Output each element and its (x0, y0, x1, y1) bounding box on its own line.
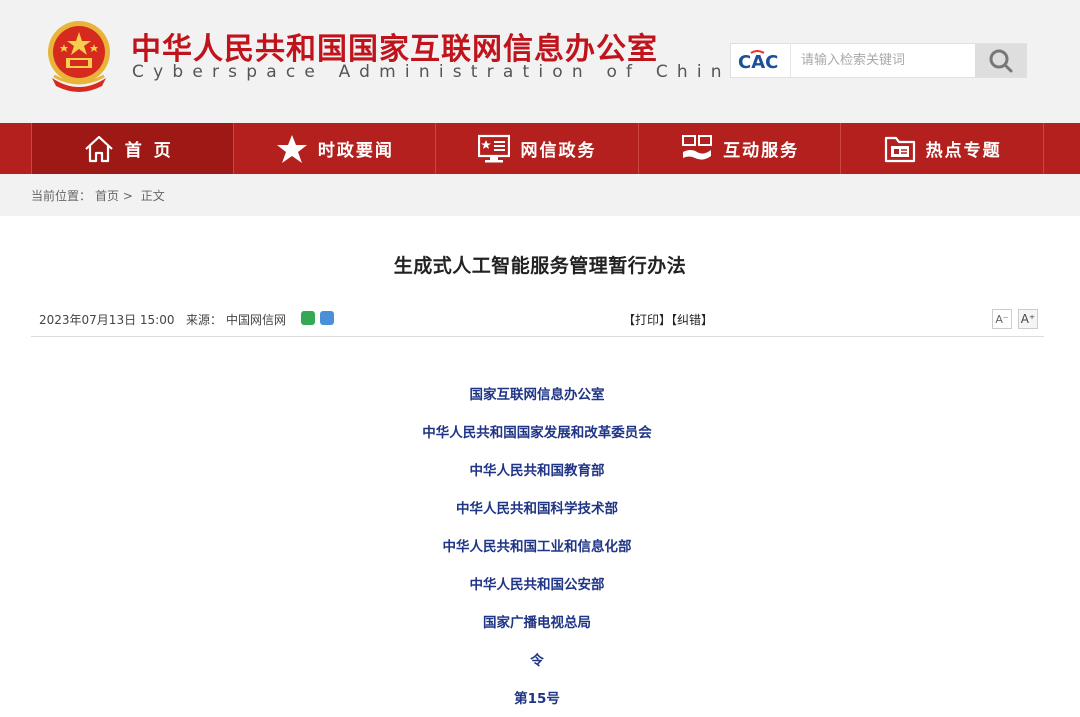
nav-item-news[interactable]: 时政要闻 (234, 123, 437, 174)
article-meta: 2023年07月13日 15:00 来源： 中国网信网 【打印】【纠错】 A⁻ … (31, 302, 1044, 337)
issuer-line: 中华人民共和国公安部 (469, 577, 605, 593)
search-box: CAC (730, 43, 1027, 78)
nav-item-label: 时政要闻 (317, 141, 394, 161)
nav-item-label: 热点专题 (925, 141, 1002, 161)
folder-icon (883, 134, 917, 164)
issuer-line: 中华人民共和国教育部 (469, 463, 605, 479)
article-title: 生成式人工智能服务管理暂行办法 (393, 255, 687, 277)
search-icon (989, 49, 1012, 72)
breadcrumb-current: 正文 (140, 189, 165, 203)
site-subtitle: Cyberspace Administration of China (132, 62, 751, 82)
issuer-line: 中华人民共和国国家发展和改革委员会 (422, 425, 652, 441)
article-actions: 【打印】【纠错】 (623, 311, 713, 328)
wechat-share-icon[interactable] (301, 311, 315, 325)
breadcrumb-separator: > (122, 189, 133, 203)
handshake-icon (680, 134, 714, 164)
weibo-share-icon[interactable] (320, 311, 334, 325)
print-link[interactable]: 【打印】 (623, 313, 671, 327)
decree-number: 第15号 (514, 691, 560, 707)
nav-item-label: 互动服务 (723, 141, 800, 161)
breadcrumb-label: 当前位置： (31, 189, 92, 203)
nav-item-affairs[interactable]: 网信政务 (436, 123, 639, 174)
issuer-line: 中华人民共和国科学技术部 (456, 501, 618, 517)
issuer-line: 国家广播电视总局 (483, 615, 591, 631)
main-nav: 首页 时政要闻 网信政务 互动服务 热点专题 (0, 123, 1080, 174)
issuer-line: 中华人民共和国工业和信息化部 (442, 539, 632, 555)
cac-logo-icon: CAC (731, 44, 791, 77)
source-label: 来源： (186, 313, 223, 327)
cac-logo-text: CAC (738, 52, 778, 72)
nav-item-topics[interactable]: 热点专题 (841, 123, 1044, 174)
decree-label: 令 (530, 653, 544, 669)
site-header: 中华人民共和国国家互联网信息办公室 Cyberspace Administrat… (0, 0, 1080, 123)
font-decrease-button[interactable]: A⁻ (992, 309, 1012, 329)
monitor-icon (477, 134, 511, 164)
issuer-line: 国家互联网信息办公室 (469, 387, 605, 403)
star-icon (275, 134, 309, 164)
nav-item-home[interactable]: 首页 (31, 123, 234, 174)
nav-item-label: 网信政务 (520, 141, 597, 161)
breadcrumb: 当前位置： 首页 > 正文 (31, 187, 169, 204)
national-emblem-icon[interactable] (44, 18, 114, 94)
breadcrumb-bar: 当前位置： 首页 > 正文 (0, 174, 1080, 216)
source-name: 中国网信网 (226, 313, 287, 327)
nav-item-label: 首页 (124, 141, 183, 161)
font-increase-button[interactable]: A⁺ (1018, 309, 1038, 329)
publish-date: 2023年07月13日 15:00 (39, 313, 175, 327)
home-icon (82, 134, 116, 164)
search-input[interactable] (793, 44, 975, 77)
breadcrumb-home-link[interactable]: 首页 (95, 189, 119, 203)
search-button[interactable] (975, 44, 1026, 77)
correction-link[interactable]: 【纠错】 (671, 313, 713, 327)
nav-item-interaction[interactable]: 互动服务 (639, 123, 842, 174)
